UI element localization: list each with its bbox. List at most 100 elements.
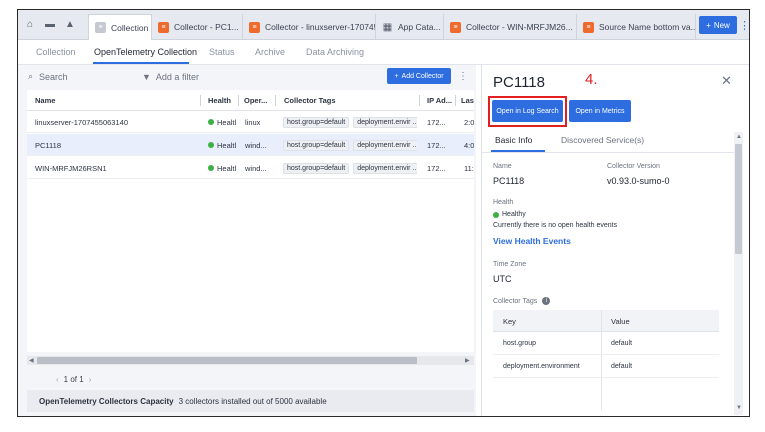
plus-icon: +	[706, 20, 711, 30]
subtab-status[interactable]: Status	[209, 47, 235, 57]
timezone-label: Time Zone	[493, 261, 527, 268]
new-button[interactable]: + New	[699, 16, 737, 34]
horizontal-scrollbar[interactable]: ◀ ▶	[27, 356, 474, 365]
view-health-events-link[interactable]: View Health Events	[493, 236, 571, 246]
column-header-last-modified[interactable]: Last Mo	[461, 90, 474, 111]
health-text: Healtl	[217, 140, 237, 150]
table-row-selected[interactable]: PC1118 Healtl wind... host.group=default…	[27, 134, 474, 156]
subtab-data-archiving[interactable]: Data Archiving	[306, 47, 364, 57]
collector-tags-label: Collector Tags i	[493, 297, 551, 305]
scrollbar-thumb[interactable]	[37, 357, 417, 364]
subtab-collection[interactable]: Collection	[36, 47, 76, 57]
tag-chip[interactable]: deployment.envir ...	[353, 116, 417, 128]
more-menu-icon[interactable]: ⋮	[458, 68, 468, 84]
subtab-opentelemetry-collection[interactable]: OpenTelemetry Collection	[94, 47, 197, 57]
name-value: PC1118	[493, 176, 525, 186]
scroll-up-icon[interactable]: ▲	[736, 134, 742, 140]
health-value: Healthy	[502, 211, 526, 218]
column-header-key[interactable]: Key	[503, 310, 516, 332]
active-tab-indicator	[93, 62, 189, 64]
subtab-archive[interactable]: Archive	[255, 47, 285, 57]
tag-chip[interactable]: host.group=default	[283, 139, 350, 151]
dashboard-orange-icon: ≡	[249, 21, 260, 33]
column-divider[interactable]	[238, 95, 239, 106]
tab-source-name[interactable]: ≡ Source Name bottom va...	[577, 14, 696, 40]
collector-detail-panel: PC1118 4. ✕ Open in Log Search Open in M…	[481, 65, 749, 416]
tab-discovered-services[interactable]: Discovered Service(s)	[561, 135, 644, 145]
cell-os: linux	[245, 117, 261, 127]
tag-chip[interactable]: deployment.envir ...	[353, 162, 417, 174]
grid-icon: ▦	[382, 21, 393, 33]
version-label: Collector Version	[607, 163, 660, 170]
folder-icon[interactable]: ▬	[40, 10, 60, 39]
dashboard-orange-icon: ≡	[158, 21, 169, 33]
timezone-value: UTC	[493, 274, 512, 284]
column-header-name[interactable]: Name	[35, 90, 175, 111]
column-divider[interactable]	[455, 95, 456, 106]
table-row[interactable]: WIN-MRFJM26RSN1 Healtl wind... host.grou…	[27, 157, 474, 179]
name-label: Name	[493, 163, 512, 170]
tab-collection[interactable]: ≡ Collection	[88, 14, 152, 40]
tag-row: host.group default	[493, 332, 719, 355]
add-collector-label: Add Collector	[401, 72, 444, 80]
tab-collector-pc1[interactable]: ≡ Collector - PC1...	[152, 14, 243, 40]
tab-label: Collector - linuxserver-1707455...	[265, 22, 375, 32]
table-row[interactable]: linuxserver-1707455063140 Healtl linux h…	[27, 111, 474, 133]
health-status: Healthy	[493, 211, 526, 218]
capacity-text: 3 collectors installed out of 5000 avail…	[178, 396, 327, 406]
filter-label: Add a filter	[155, 71, 199, 82]
document-icon: ≡	[95, 22, 106, 33]
column-divider[interactable]	[200, 95, 201, 106]
tag-chip[interactable]: deployment.envir ...	[353, 139, 417, 151]
cell-ip: 172...	[427, 163, 446, 173]
health-label: Health	[493, 199, 514, 206]
home-icon[interactable]: ⌂	[20, 10, 40, 39]
scroll-left-icon[interactable]: ◀	[29, 357, 34, 364]
tag-row: deployment.environment default	[493, 355, 719, 378]
close-icon[interactable]: ✕	[721, 73, 732, 89]
bell-icon[interactable]: ▲	[60, 10, 80, 39]
tab-basic-info[interactable]: Basic Info	[495, 135, 532, 145]
tag-chip[interactable]: host.group=default	[283, 162, 350, 174]
tab-label: Collection	[111, 22, 149, 33]
open-in-metrics-button[interactable]: Open in Metrics	[569, 100, 631, 122]
vertical-scrollbar[interactable]: ▲ ▼	[734, 132, 743, 415]
tab-label: Source Name bottom va...	[599, 22, 696, 32]
info-icon[interactable]: i	[542, 297, 551, 305]
tab-collector-win[interactable]: ≡ Collector - WIN-MRFJM26...	[444, 14, 577, 40]
column-divider[interactable]	[419, 95, 420, 106]
list-toolbar: ⌕ Search ▼ Add a filter + Add Collector …	[18, 65, 476, 87]
next-page-icon[interactable]: ›	[89, 375, 92, 384]
scrollbar-thumb[interactable]	[735, 144, 742, 254]
tag-key: host.group	[503, 340, 537, 347]
table-header: Name Health Oper... Collector Tags IP Ad…	[27, 90, 474, 111]
tab-app-catalog[interactable]: ▦ App Cata...	[376, 14, 444, 40]
column-header-os[interactable]: Oper...	[244, 90, 272, 111]
column-header-ip[interactable]: IP Ad...	[427, 90, 453, 111]
scroll-right-icon[interactable]: ▶	[465, 357, 470, 364]
page-indicator: 1 of 1	[63, 374, 84, 384]
add-collector-button[interactable]: + Add Collector	[387, 68, 451, 84]
cell-name: linuxserver-1707455063140	[35, 117, 128, 127]
search-input[interactable]: ⌕ Search	[28, 68, 140, 85]
column-header-health[interactable]: Health	[208, 90, 238, 111]
column-header-collector-tags[interactable]: Collector Tags	[284, 90, 384, 111]
cell-tags: host.group=default deployment.envir ...	[283, 157, 417, 179]
column-divider[interactable]	[275, 95, 276, 106]
tab-collector-linuxserver[interactable]: ≡ Collector - linuxserver-1707455...	[243, 14, 376, 40]
app-window: ⌂ ▬ ▲ ≡ Collection ≡ Collector - PC1... …	[17, 9, 750, 417]
new-label: New	[713, 20, 730, 30]
tag-chip[interactable]: host.group=default	[283, 116, 350, 128]
prev-page-icon[interactable]: ‹	[56, 375, 59, 384]
column-header-value[interactable]: Value	[611, 310, 630, 332]
collector-tags-label-text: Collector Tags	[493, 297, 538, 305]
add-filter-button[interactable]: ▼ Add a filter	[142, 68, 199, 85]
cell-last-modified: 2:04 I	[464, 117, 474, 127]
open-in-log-search-button[interactable]: Open in Log Search	[492, 100, 563, 122]
more-menu-icon[interactable]: ⋮	[739, 16, 749, 34]
sub-tabs: Collection OpenTelemetry Collection Stat…	[18, 41, 749, 65]
healthy-status-icon	[208, 165, 214, 171]
scroll-down-icon[interactable]: ▼	[736, 405, 742, 411]
tag-value: default	[611, 340, 633, 347]
health-note: Currently there is no open health events	[493, 222, 618, 229]
